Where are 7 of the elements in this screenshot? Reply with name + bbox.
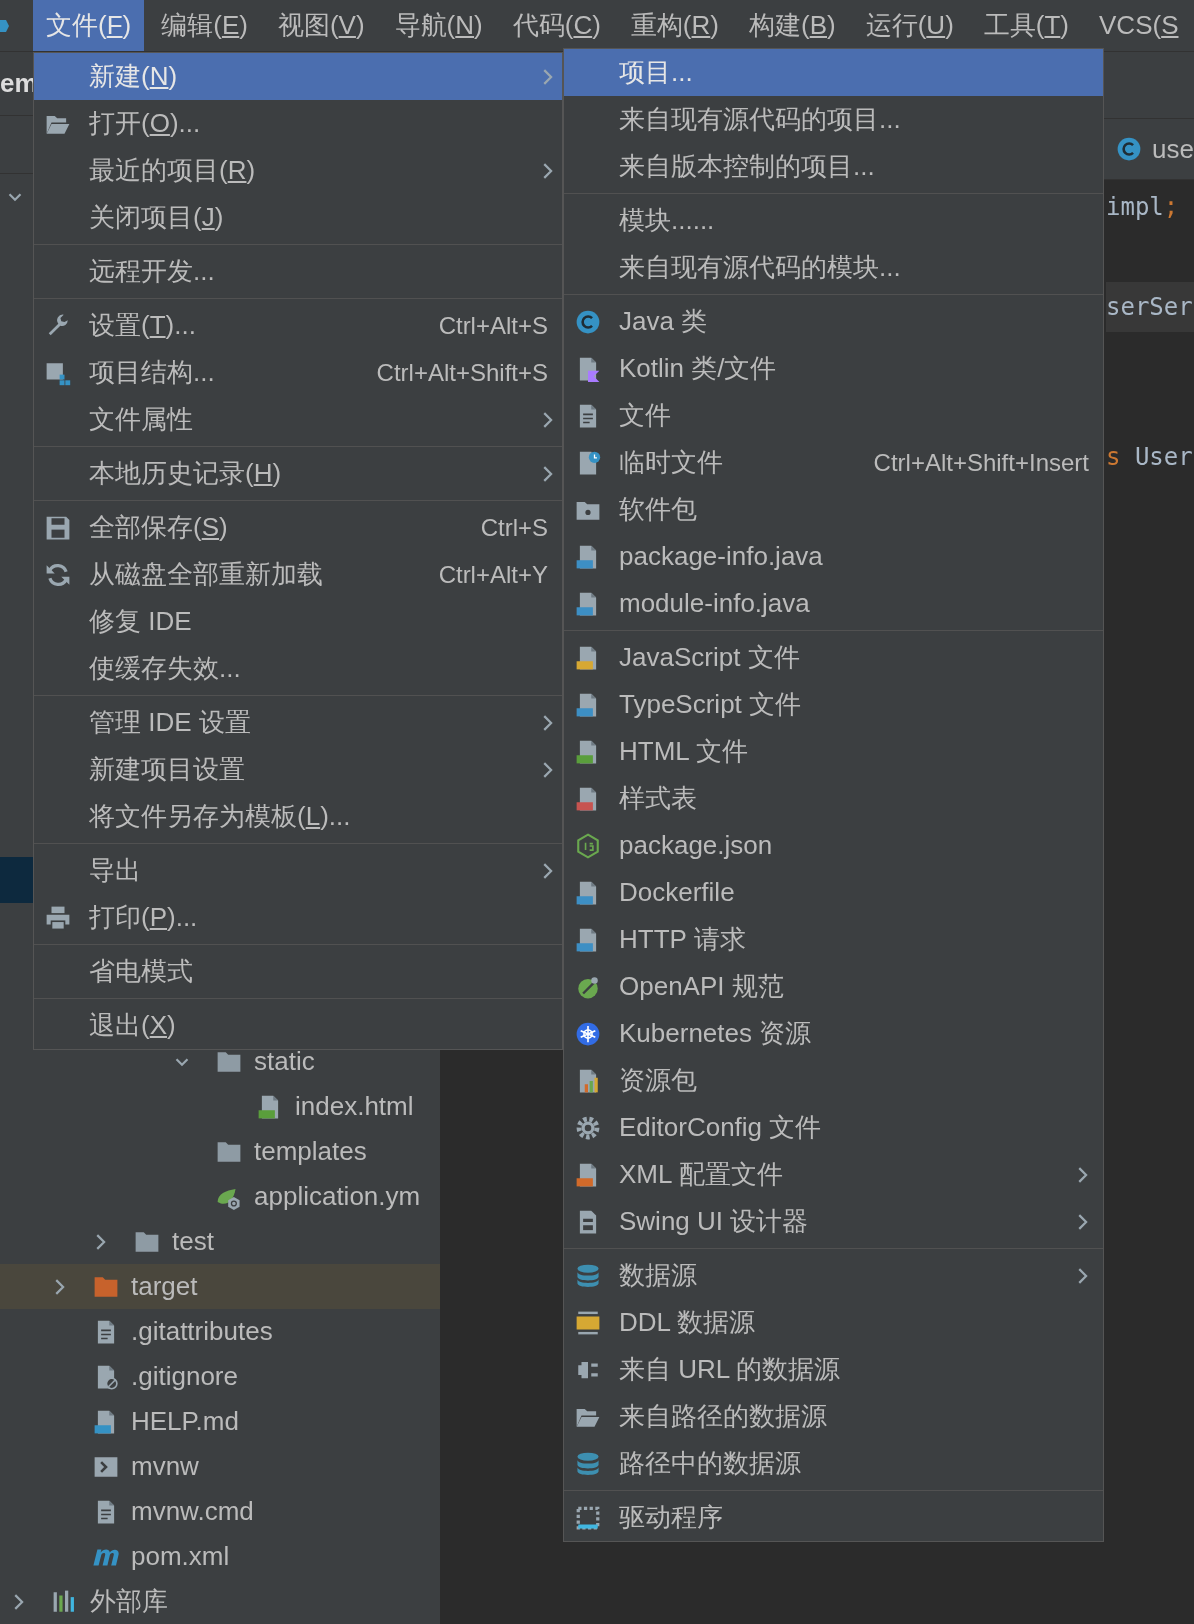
shortcut-label: Ctrl+Alt+Shift+S bbox=[376, 358, 548, 387]
shortcut-label: Ctrl+S bbox=[480, 513, 548, 542]
shortcut-label: Ctrl+Alt+Shift+Insert bbox=[873, 448, 1089, 477]
shortcut-label: Ctrl+Alt+Y bbox=[438, 560, 548, 589]
shortcut-label: Ctrl+Alt+S bbox=[438, 311, 548, 340]
code-line: s User bbox=[1106, 442, 1194, 473]
code-line: impl; bbox=[1106, 192, 1180, 223]
